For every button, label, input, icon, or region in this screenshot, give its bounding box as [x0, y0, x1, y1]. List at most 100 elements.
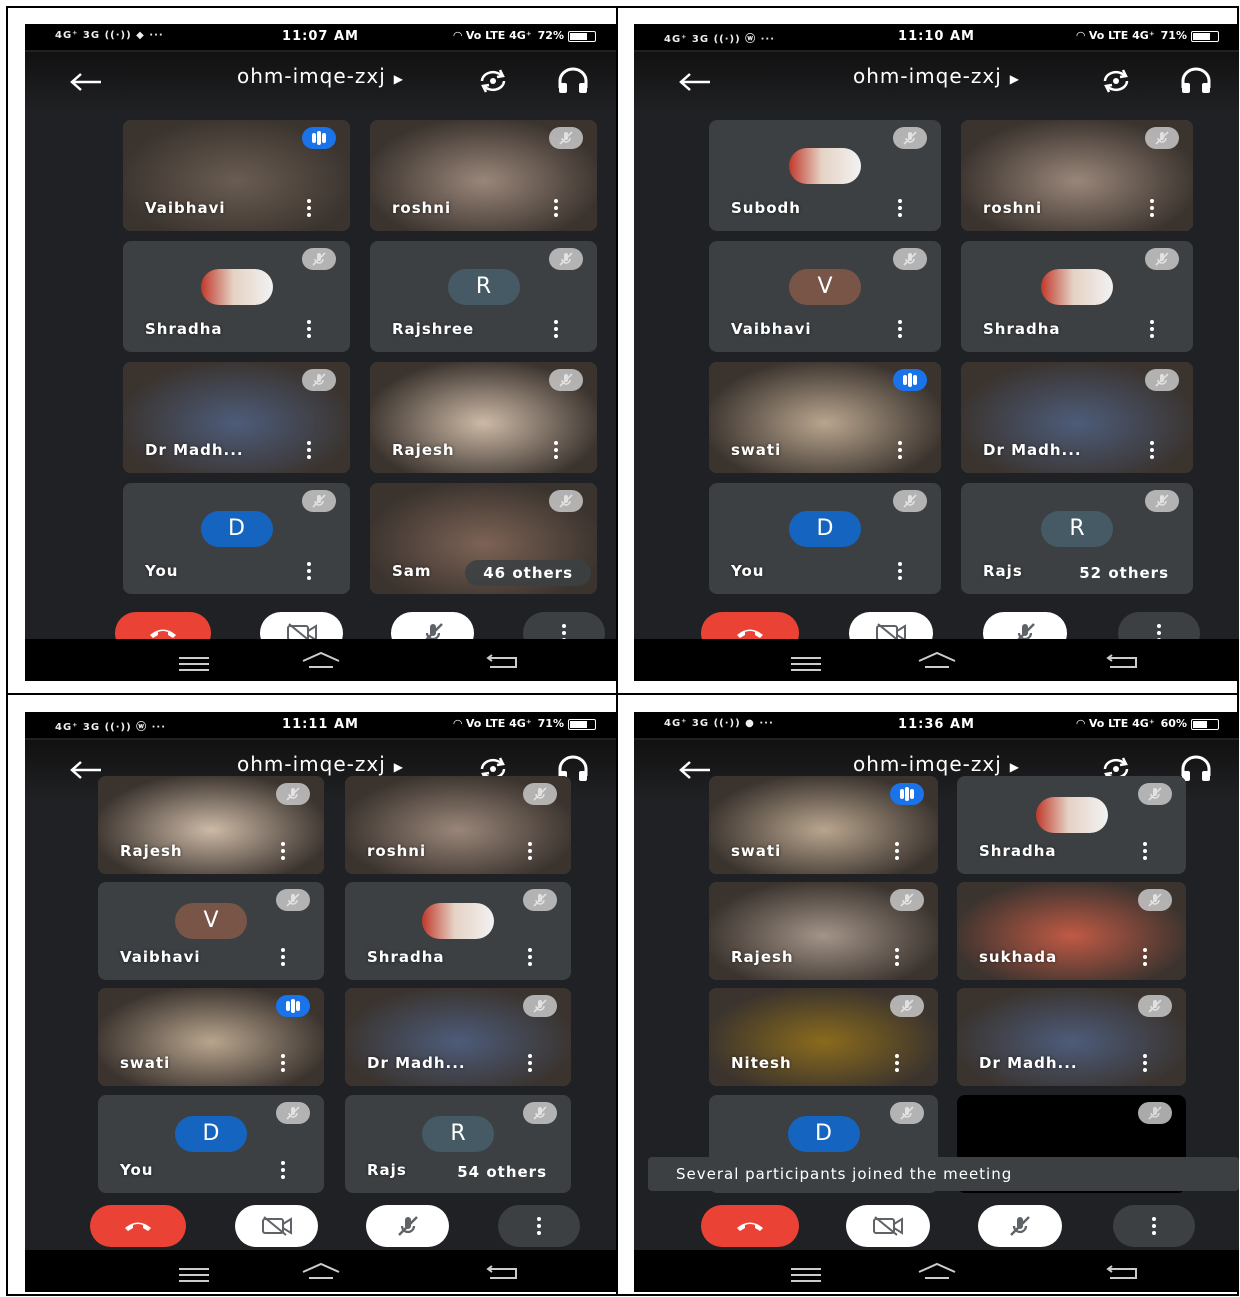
mic-muted-icon	[1145, 127, 1179, 149]
participant-tile[interactable]: Dr Madh...	[345, 988, 571, 1086]
recents-icon[interactable]	[791, 1268, 822, 1282]
participant-tile[interactable]: roshni	[961, 120, 1193, 231]
more-options-icon[interactable]	[1143, 1054, 1148, 1072]
participant-tile[interactable]: Dr Madh...	[957, 988, 1186, 1086]
more-options-icon[interactable]	[898, 562, 903, 580]
more-options-icon[interactable]	[307, 320, 312, 338]
mic-muted-icon	[549, 369, 583, 391]
more-options-icon[interactable]	[554, 441, 559, 459]
mic-muted-icon	[523, 1102, 557, 1124]
participant-tile[interactable]: Subodh	[709, 120, 941, 231]
meeting-code[interactable]: ohm-imqe-zxj ▶	[634, 752, 1239, 776]
more-options-icon[interactable]	[1143, 948, 1148, 966]
more-options-icon[interactable]	[898, 199, 903, 217]
participant-tile[interactable]: Dr Madh...	[961, 362, 1193, 473]
more-options-icon[interactable]	[307, 562, 312, 580]
microphone-off-button[interactable]	[366, 1205, 449, 1247]
avatar: R	[422, 1116, 494, 1152]
participant-tile[interactable]: sukhada	[957, 882, 1186, 980]
participant-tile[interactable]: Shradha	[123, 241, 350, 352]
back-icon[interactable]	[1106, 653, 1138, 673]
more-options-icon[interactable]	[895, 948, 900, 966]
more-options-icon[interactable]	[1150, 199, 1155, 217]
more-options-icon[interactable]	[281, 842, 286, 860]
recents-icon[interactable]	[178, 1268, 209, 1282]
participant-tile[interactable]: roshni	[345, 776, 571, 874]
participant-tile[interactable]: R Rajs 52 others	[961, 483, 1193, 594]
kebab-icon	[1152, 1217, 1156, 1235]
participant-tile[interactable]: Nitesh	[709, 988, 938, 1086]
participant-tile[interactable]: Shradha	[345, 882, 571, 980]
meeting-code[interactable]: ohm-imqe-zxj ▶	[25, 64, 616, 88]
participant-tile[interactable]: R Rajshree	[370, 241, 597, 352]
system-nav-bar	[25, 639, 616, 681]
participant-tile[interactable]: Rajesh	[370, 362, 597, 473]
participant-tile[interactable]: Sam 46 others	[370, 483, 597, 594]
more-options-button[interactable]	[498, 1205, 580, 1247]
more-options-icon[interactable]	[307, 199, 312, 217]
participant-tile[interactable]: swati	[709, 776, 938, 874]
home-icon[interactable]	[301, 651, 341, 673]
more-options-icon[interactable]	[1143, 842, 1148, 860]
more-options-icon[interactable]	[554, 320, 559, 338]
more-options-icon[interactable]	[898, 441, 903, 459]
home-icon[interactable]	[917, 1262, 957, 1284]
back-icon[interactable]	[486, 653, 518, 673]
end-call-button[interactable]	[701, 1205, 799, 1247]
participant-tile[interactable]: Rajesh	[709, 882, 938, 980]
status-bar: 4G⁺ 3G ((·)) ⓦ ··· 11:10 AM ◠ Vo LTE 4G⁺ 71…	[634, 24, 1239, 50]
mic-muted-icon	[549, 490, 583, 512]
more-options-button[interactable]	[1113, 1205, 1195, 1247]
more-options-icon[interactable]	[895, 1054, 900, 1072]
others-count[interactable]: 52 others	[1061, 560, 1187, 586]
more-options-icon[interactable]	[554, 199, 559, 217]
participant-tile[interactable]: R Rajs 54 others	[345, 1095, 571, 1193]
participant-tile[interactable]: V Vaibhavi	[98, 882, 324, 980]
more-options-icon[interactable]	[1150, 320, 1155, 338]
participant-tile[interactable]: Shradha	[957, 776, 1186, 874]
more-options-icon[interactable]	[281, 948, 286, 966]
more-options-icon[interactable]	[281, 1161, 286, 1179]
microphone-off-button[interactable]	[978, 1205, 1062, 1247]
divider-horizontal	[6, 693, 1239, 695]
speaking-indicator-icon	[276, 995, 310, 1017]
more-options-icon[interactable]	[528, 842, 533, 860]
participant-tile[interactable]: Shradha	[961, 241, 1193, 352]
more-options-icon[interactable]	[898, 320, 903, 338]
meeting-code[interactable]: ohm-imqe-zxj ▶	[25, 752, 616, 776]
switch-camera-icon[interactable]	[476, 66, 510, 96]
meeting-code[interactable]: ohm-imqe-zxj ▶	[634, 64, 1239, 88]
participant-tile[interactable]: Dr Madh...	[123, 362, 350, 473]
participant-tile[interactable]: Vaibhavi	[123, 120, 350, 231]
more-options-icon[interactable]	[895, 842, 900, 860]
participant-tile[interactable]: D You	[123, 483, 350, 594]
participant-tile[interactable]: roshni	[370, 120, 597, 231]
more-options-icon[interactable]	[528, 948, 533, 966]
more-options-icon[interactable]	[1150, 441, 1155, 459]
mic-muted-icon	[893, 490, 927, 512]
others-count[interactable]: 46 others	[465, 560, 591, 586]
recents-icon[interactable]	[791, 657, 822, 671]
participant-tile[interactable]: V Vaibhavi	[709, 241, 941, 352]
participant-tile[interactable]: swati	[709, 362, 941, 473]
avatar	[1041, 268, 1113, 305]
back-icon[interactable]	[486, 1264, 518, 1284]
recents-icon[interactable]	[178, 657, 209, 671]
others-count[interactable]: 54 others	[439, 1159, 565, 1185]
switch-camera-icon[interactable]	[1099, 66, 1133, 96]
more-options-icon[interactable]	[307, 441, 312, 459]
more-options-icon[interactable]	[281, 1054, 286, 1072]
participant-tile[interactable]: D You	[709, 483, 941, 594]
participant-tile[interactable]: Rajesh	[98, 776, 324, 874]
home-icon[interactable]	[917, 651, 957, 673]
camera-off-button[interactable]	[235, 1205, 318, 1247]
headphones-icon[interactable]	[556, 66, 590, 96]
camera-off-button[interactable]	[846, 1205, 930, 1247]
back-icon[interactable]	[1106, 1264, 1138, 1284]
more-options-icon[interactable]	[528, 1054, 533, 1072]
home-icon[interactable]	[301, 1262, 341, 1284]
participant-tile[interactable]: D You	[98, 1095, 324, 1193]
participant-tile[interactable]: swati	[98, 988, 324, 1086]
end-call-button[interactable]	[90, 1205, 186, 1247]
headphones-icon[interactable]	[1179, 66, 1213, 96]
